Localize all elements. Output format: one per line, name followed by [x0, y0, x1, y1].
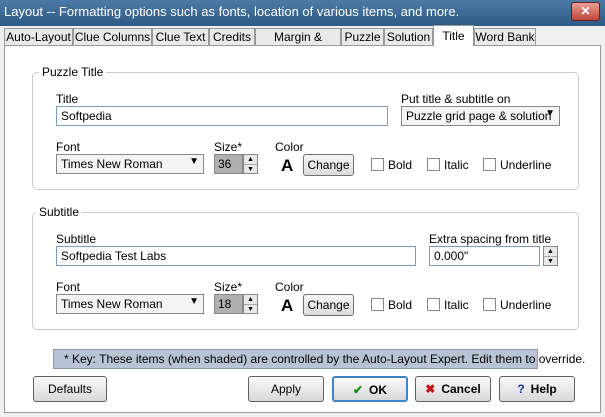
chevron-down-icon: ▼ — [189, 296, 199, 307]
x-icon: ✖ — [425, 382, 436, 396]
font-value: Times New Roman — [61, 157, 163, 171]
cancel-label: Cancel — [441, 382, 481, 396]
spin-up-icon[interactable]: ▲ — [244, 295, 257, 305]
defaults-button[interactable]: Defaults — [33, 376, 107, 402]
color-label: Color — [275, 140, 304, 154]
spin-down-icon[interactable]: ▼ — [244, 305, 257, 314]
extra-spacing-input[interactable]: 0.000" — [429, 246, 540, 266]
subtitle-change-color-button[interactable]: Change — [303, 294, 354, 316]
title-bar: Layout -- Formatting options such as fon… — [0, 0, 605, 26]
title-label: Title — [56, 92, 79, 106]
chevron-down-icon: ▼ — [189, 156, 199, 167]
auto-layout-key-note: * Key: These items (when shaded) are con… — [53, 349, 585, 369]
subtitle-size-stepper[interactable]: ▲ ▼ — [243, 294, 258, 314]
ok-button[interactable]: ✔ OK — [332, 376, 408, 402]
size-input[interactable]: 36 — [214, 154, 243, 174]
tab-clue-text[interactable]: Clue Text — [152, 28, 209, 45]
font-select[interactable]: Times New Roman ▼ — [56, 154, 204, 174]
spin-up-icon[interactable]: ▲ — [244, 155, 257, 165]
tab-solution[interactable]: Solution — [384, 28, 433, 45]
subtitle-underline-checkbox[interactable] — [483, 298, 496, 311]
ok-label: OK — [369, 383, 388, 397]
italic-checkbox[interactable] — [427, 158, 440, 171]
size-stepper[interactable]: ▲ ▼ — [243, 154, 258, 174]
subtitle-color-label: Color — [275, 280, 304, 294]
subtitle-underline-label: Underline — [500, 298, 552, 312]
tab-margin-border[interactable]: Margin & Border — [255, 28, 341, 61]
tab-puzzle[interactable]: Puzzle — [341, 28, 384, 45]
tab-clue-columns[interactable]: Clue Columns — [73, 28, 152, 45]
extra-spacing-stepper[interactable]: ▲ ▼ — [543, 246, 558, 266]
apply-button[interactable]: Apply — [248, 376, 324, 402]
tab-title[interactable]: Title — [433, 25, 474, 46]
subtitle-font-value: Times New Roman — [61, 297, 163, 311]
tab-credits[interactable]: Credits — [209, 28, 255, 45]
spin-down-icon[interactable]: ▼ — [544, 257, 557, 266]
subtitle-font-select[interactable]: Times New Roman ▼ — [56, 294, 204, 314]
spin-down-icon[interactable]: ▼ — [244, 165, 257, 174]
tab-word-bank[interactable]: Word Bank — [474, 28, 536, 45]
subtitle-group-label: Subtitle — [36, 205, 83, 219]
close-icon: ✕ — [580, 4, 591, 18]
close-button[interactable]: ✕ — [571, 2, 600, 21]
window-title: Layout -- Formatting options such as fon… — [4, 4, 460, 19]
title-input[interactable]: Softpedia — [56, 106, 388, 126]
put-on-select[interactable]: Puzzle grid page & solution ▼ — [401, 106, 560, 126]
italic-label: Italic — [444, 158, 469, 172]
puzzle-title-group-label: Puzzle Title — [39, 65, 107, 79]
extra-spacing-label: Extra spacing from title — [429, 232, 552, 246]
subtitle-input[interactable]: Softpedia Test Labs — [56, 246, 416, 266]
color-sample: A — [281, 156, 294, 175]
spin-up-icon[interactable]: ▲ — [544, 247, 557, 257]
subtitle-italic-checkbox[interactable] — [427, 298, 440, 311]
tab-auto-layout[interactable]: Auto-Layout — [4, 28, 73, 45]
underline-checkbox[interactable] — [483, 158, 496, 171]
subtitle-size-input[interactable]: 18 — [214, 294, 243, 314]
subtitle-font-label: Font — [56, 280, 81, 294]
subtitle-label: Subtitle — [56, 232, 97, 246]
underline-label: Underline — [500, 158, 552, 172]
help-label: Help — [530, 382, 557, 396]
put-on-label: Put title & subtitle on — [401, 92, 511, 106]
subtitle-bold-label: Bold — [388, 298, 413, 312]
subtitle-color-sample: A — [281, 296, 294, 315]
bold-label: Bold — [388, 158, 413, 172]
help-button[interactable]: ? Help — [499, 376, 575, 402]
cancel-button[interactable]: ✖ Cancel — [415, 376, 491, 402]
font-label: Font — [56, 140, 81, 154]
subtitle-bold-checkbox[interactable] — [371, 298, 384, 311]
put-on-value: Puzzle grid page & solution — [406, 109, 552, 123]
bold-checkbox[interactable] — [371, 158, 384, 171]
question-mark-icon: ? — [517, 382, 525, 396]
chevron-down-icon: ▼ — [545, 108, 555, 119]
change-color-button[interactable]: Change — [303, 154, 354, 176]
size-label: Size* — [214, 140, 243, 154]
checkmark-icon: ✔ — [352, 383, 364, 397]
subtitle-italic-label: Italic — [444, 298, 469, 312]
subtitle-size-label: Size* — [214, 280, 243, 294]
